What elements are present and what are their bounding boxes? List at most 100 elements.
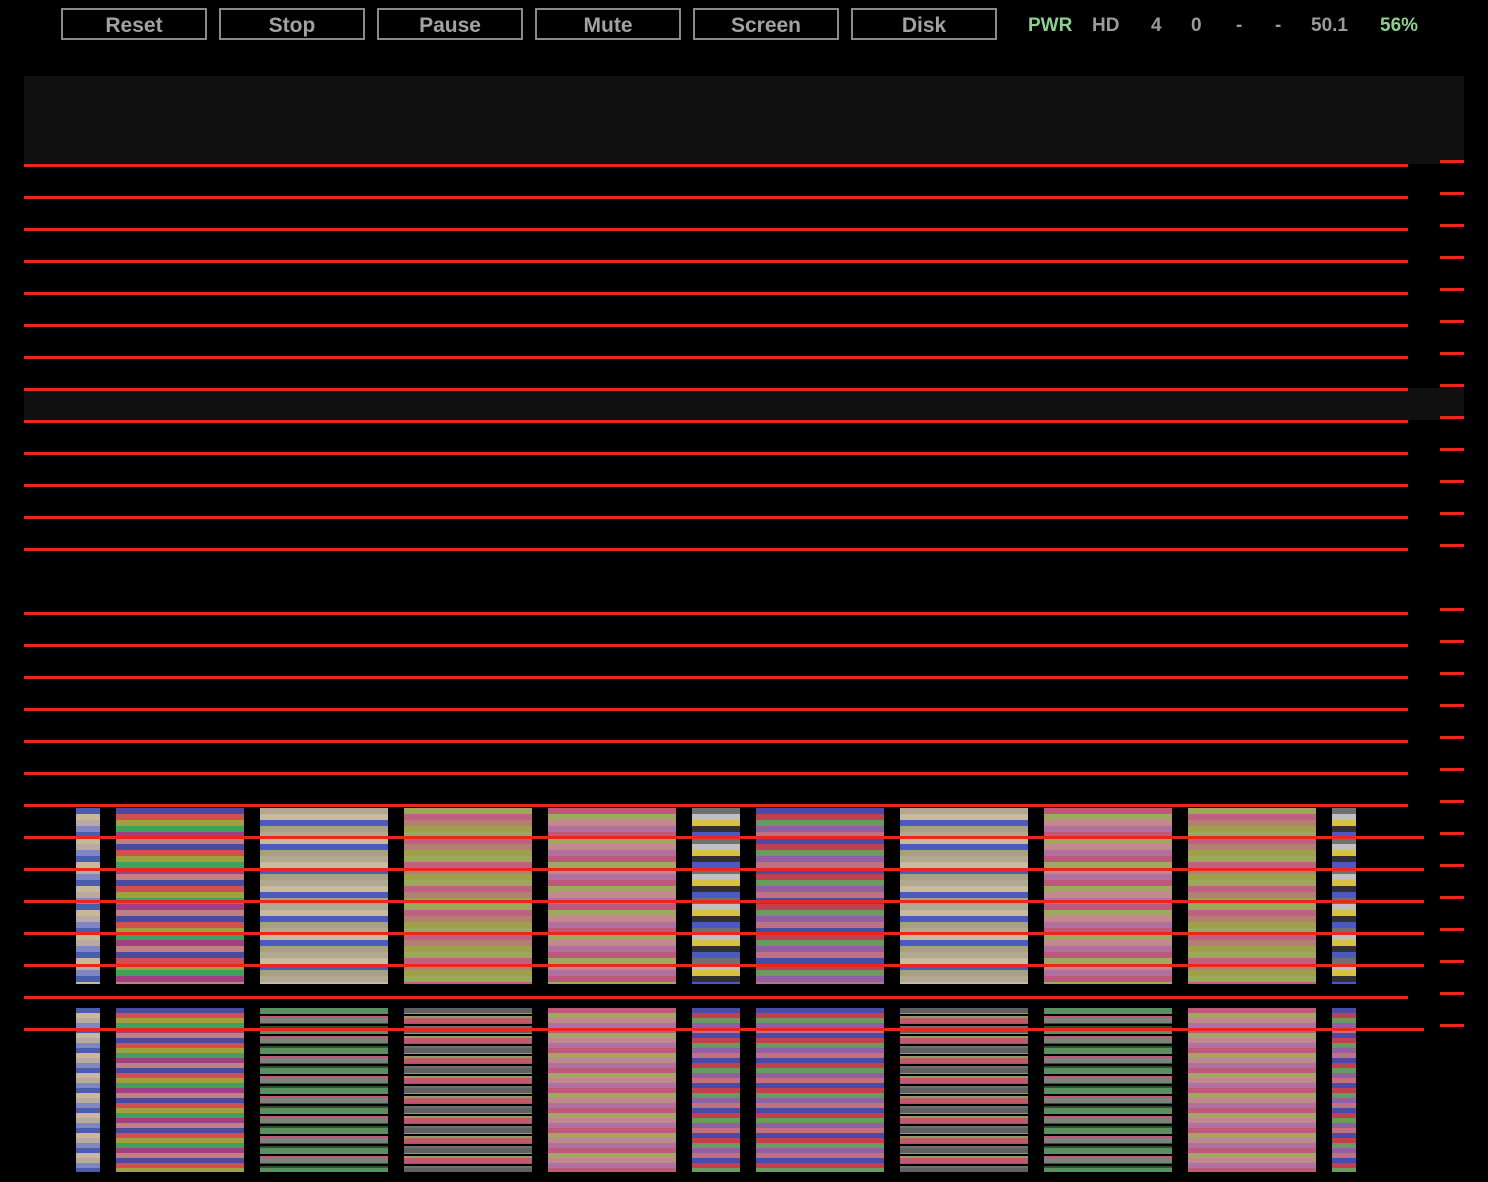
upper-column-2-stripe: [116, 880, 244, 886]
lower-column-6-stripe: [692, 1103, 740, 1108]
lower-column-4: [404, 1008, 532, 1172]
lower-column-2-stripe: [116, 1063, 244, 1068]
upper-column-7-stripe: [756, 916, 884, 922]
lower-column-6-stripe: [692, 1163, 740, 1168]
lower-column-8-stripe: [900, 1108, 1028, 1113]
upper-column-4-stripe: [404, 952, 532, 958]
upper-column-2-stripe: [116, 862, 244, 868]
lower-column-gap: [404, 1134, 532, 1136]
upper-column-6-stripe: [692, 958, 740, 964]
upper-column-1-stripe: [76, 976, 100, 982]
lower-column-gap: [404, 1144, 532, 1146]
lower-column-6-stripe: [692, 1143, 740, 1148]
lower-column-gap: [260, 1104, 388, 1106]
lower-column-3-stripe: [260, 1148, 388, 1153]
lower-column-1-stripe: [76, 1068, 100, 1073]
lower-column-gap: [1044, 1084, 1172, 1086]
lower-column-4-stripe: [404, 1168, 532, 1172]
upper-column-10-stripe: [1188, 856, 1316, 862]
lower-column-10-stripe: [1188, 1018, 1316, 1023]
lower-column-5-stripe: [548, 1098, 676, 1103]
upper-column-11-stripe: [1332, 892, 1356, 898]
lower-column-11-stripe: [1332, 1038, 1356, 1043]
upper-column-11-stripe: [1332, 814, 1356, 820]
lower-column-3-stripe: [260, 1138, 388, 1143]
mute-button[interactable]: Mute: [535, 8, 681, 40]
upper-column-2: [116, 808, 244, 984]
lower-column-11-stripe: [1332, 1043, 1356, 1048]
lower-column-2-stripe: [116, 1093, 244, 1098]
lower-column-gap: [900, 1164, 1028, 1166]
lower-column-5-stripe: [548, 1008, 676, 1013]
upper-column-3-stripe: [260, 814, 388, 820]
reset-button[interactable]: Reset: [61, 8, 207, 40]
status-value-2: 0: [1191, 15, 1202, 36]
lower-column-11-stripe: [1332, 1058, 1356, 1063]
scanline: [24, 420, 1408, 423]
lower-column-2-stripe: [116, 1008, 244, 1013]
scanline: [24, 932, 1424, 935]
lower-column-10-stripe: [1188, 1153, 1316, 1158]
lower-column-8-stripe: [900, 1068, 1028, 1073]
upper-column-1-stripe: [76, 880, 100, 886]
lower-column-11-stripe: [1332, 1108, 1356, 1113]
upper-column-10-stripe: [1188, 874, 1316, 880]
lower-column-6-stripe: [692, 1048, 740, 1053]
upper-column-1-stripe: [76, 946, 100, 952]
lower-column-1-stripe: [76, 1143, 100, 1148]
lower-column-4-stripe: [404, 1078, 532, 1083]
lower-column-7-stripe: [756, 1143, 884, 1148]
lower-column-1-stripe: [76, 1008, 100, 1013]
upper-column-8-stripe: [900, 826, 1028, 832]
lower-column-1-stripe: [76, 1133, 100, 1138]
lower-column-gap: [1044, 1014, 1172, 1016]
lower-column-6-stripe: [692, 1058, 740, 1063]
stop-button[interactable]: Stop: [219, 8, 365, 40]
upper-column-8: [900, 808, 1028, 984]
scanline: [24, 740, 1408, 743]
upper-column-9-stripe: [1044, 850, 1172, 856]
upper-column-2-stripe: [116, 844, 244, 850]
lower-column-9-stripe: [1044, 1098, 1172, 1103]
lower-column-2-stripe: [116, 1138, 244, 1143]
upper-column-5-stripe: [548, 952, 676, 958]
lower-column-gap: [404, 1014, 532, 1016]
lower-column-10-stripe: [1188, 1118, 1316, 1123]
emulator-screen[interactable]: [24, 76, 1464, 1182]
lower-column-1-stripe: [76, 1078, 100, 1083]
screen-button[interactable]: Screen: [693, 8, 839, 40]
upper-column-9-stripe: [1044, 916, 1172, 922]
lower-column-5-stripe: [548, 1138, 676, 1143]
lower-column-1-stripe: [76, 1023, 100, 1028]
lower-column-gap: [1044, 1134, 1172, 1136]
upper-column-8-stripe: [900, 844, 1028, 850]
lower-column-6-stripe: [692, 1118, 740, 1123]
right-tick: [1440, 896, 1464, 899]
upper-column-4-stripe: [404, 862, 532, 868]
lower-column-11-stripe: [1332, 1128, 1356, 1133]
lower-column-3-stripe: [260, 1118, 388, 1123]
upper-column-8-stripe: [900, 946, 1028, 952]
upper-column-10-stripe: [1188, 826, 1316, 832]
lower-column-gap: [260, 1144, 388, 1146]
lower-column-9-stripe: [1044, 1018, 1172, 1023]
lower-column-7-stripe: [756, 1123, 884, 1128]
pause-button[interactable]: Pause: [377, 8, 523, 40]
upper-column-8-stripe: [900, 952, 1028, 958]
lower-column-10-stripe: [1188, 1088, 1316, 1093]
lower-column-1-stripe: [76, 1083, 100, 1088]
lower-column-5-stripe: [548, 1068, 676, 1073]
scanline: [24, 356, 1408, 359]
right-tick: [1440, 320, 1464, 323]
lower-column-gap: [260, 1124, 388, 1126]
upper-column-2-stripe: [116, 874, 244, 880]
lower-column-2-stripe: [116, 1133, 244, 1138]
lower-column-5-stripe: [548, 1103, 676, 1108]
right-tick: [1440, 864, 1464, 867]
upper-column-6-stripe: [692, 850, 740, 856]
upper-column-3-stripe: [260, 892, 388, 898]
lower-column-1-stripe: [76, 1053, 100, 1058]
lower-column-7-stripe: [756, 1128, 884, 1133]
disk-button[interactable]: Disk: [851, 8, 997, 40]
upper-column-10-stripe: [1188, 820, 1316, 826]
